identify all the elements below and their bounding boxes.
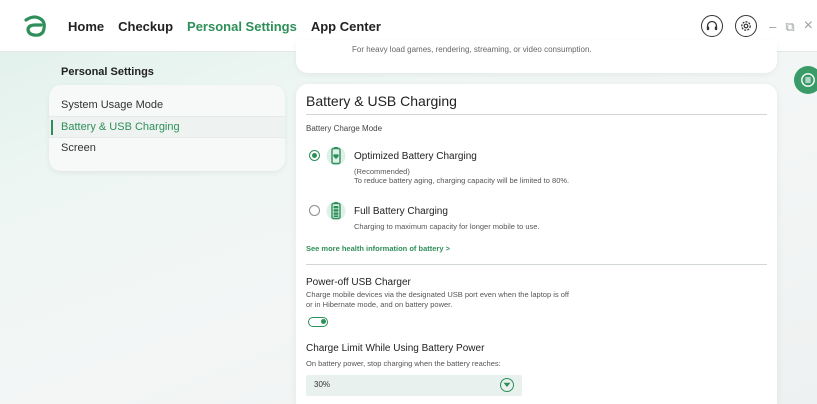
charge-limit-value: 30% [314,380,331,389]
optimized-charging-radio[interactable] [309,150,320,161]
nav-home[interactable]: Home [68,19,104,34]
acer-logo-icon [24,15,46,37]
previous-card-text: For heavy load games, rendering, streami… [352,45,592,54]
battery-usb-card: Battery & USB Charging Battery Charge Mo… [296,84,777,404]
usb-charger-desc-line2: or in Hibernate mode, and on battery pow… [306,300,453,309]
headset-icon[interactable] [701,15,724,37]
charge-limit-title: Charge Limit While Using Battery Power [306,343,485,354]
restore-button[interactable]: ⧉ [785,20,794,33]
optimized-charging-desc: To reduce battery aging, charging capaci… [354,176,570,185]
nav-app-center[interactable]: App Center [311,19,381,34]
usb-charger-desc-line1: Charge mobile devices via the designated… [306,290,569,299]
close-button[interactable]: × [804,18,813,34]
previous-card: For heavy load games, rendering, streami… [296,40,777,73]
nav-personal-settings[interactable]: Personal Settings [187,19,297,34]
nav-checkup[interactable]: Checkup [118,19,173,34]
full-charging-title: Full Battery Charging [354,206,448,217]
sidebar-panel: System Usage Mode Battery & USB Charging… [49,85,285,171]
charge-limit-select[interactable]: 30% [306,375,522,396]
card-title: Battery & USB Charging [306,93,457,109]
divider [306,264,767,265]
battery-heart-icon [326,146,346,166]
sidebar-item-system-usage-mode[interactable]: System Usage Mode [49,95,285,116]
battery-health-link[interactable]: See more health information of battery > [306,244,450,253]
sidebar-item-screen[interactable]: Screen [49,137,285,158]
sidebar-title: Personal Settings [61,66,154,78]
full-charging-radio[interactable] [309,205,320,216]
side-panel-button[interactable] [794,66,817,94]
notes-icon [801,73,815,87]
chevron-down-icon [500,378,514,392]
sidebar-item-battery-usb-charging[interactable]: Battery & USB Charging [49,116,285,137]
optimized-charging-title: Optimized Battery Charging [354,151,477,162]
minimize-button[interactable]: – [769,20,776,33]
full-charging-desc: Charging to maximum capacity for longer … [354,222,540,231]
divider [306,114,767,115]
charge-limit-desc: On battery power, stop charging when the… [306,359,501,368]
charge-mode-label: Battery Charge Mode [306,124,383,133]
battery-full-icon [326,201,346,221]
gear-icon[interactable] [735,15,758,37]
usb-charger-title: Power-off USB Charger [306,277,411,288]
optimized-charging-recommended: (Recommended) [354,167,410,176]
usb-charger-toggle[interactable] [308,317,328,327]
